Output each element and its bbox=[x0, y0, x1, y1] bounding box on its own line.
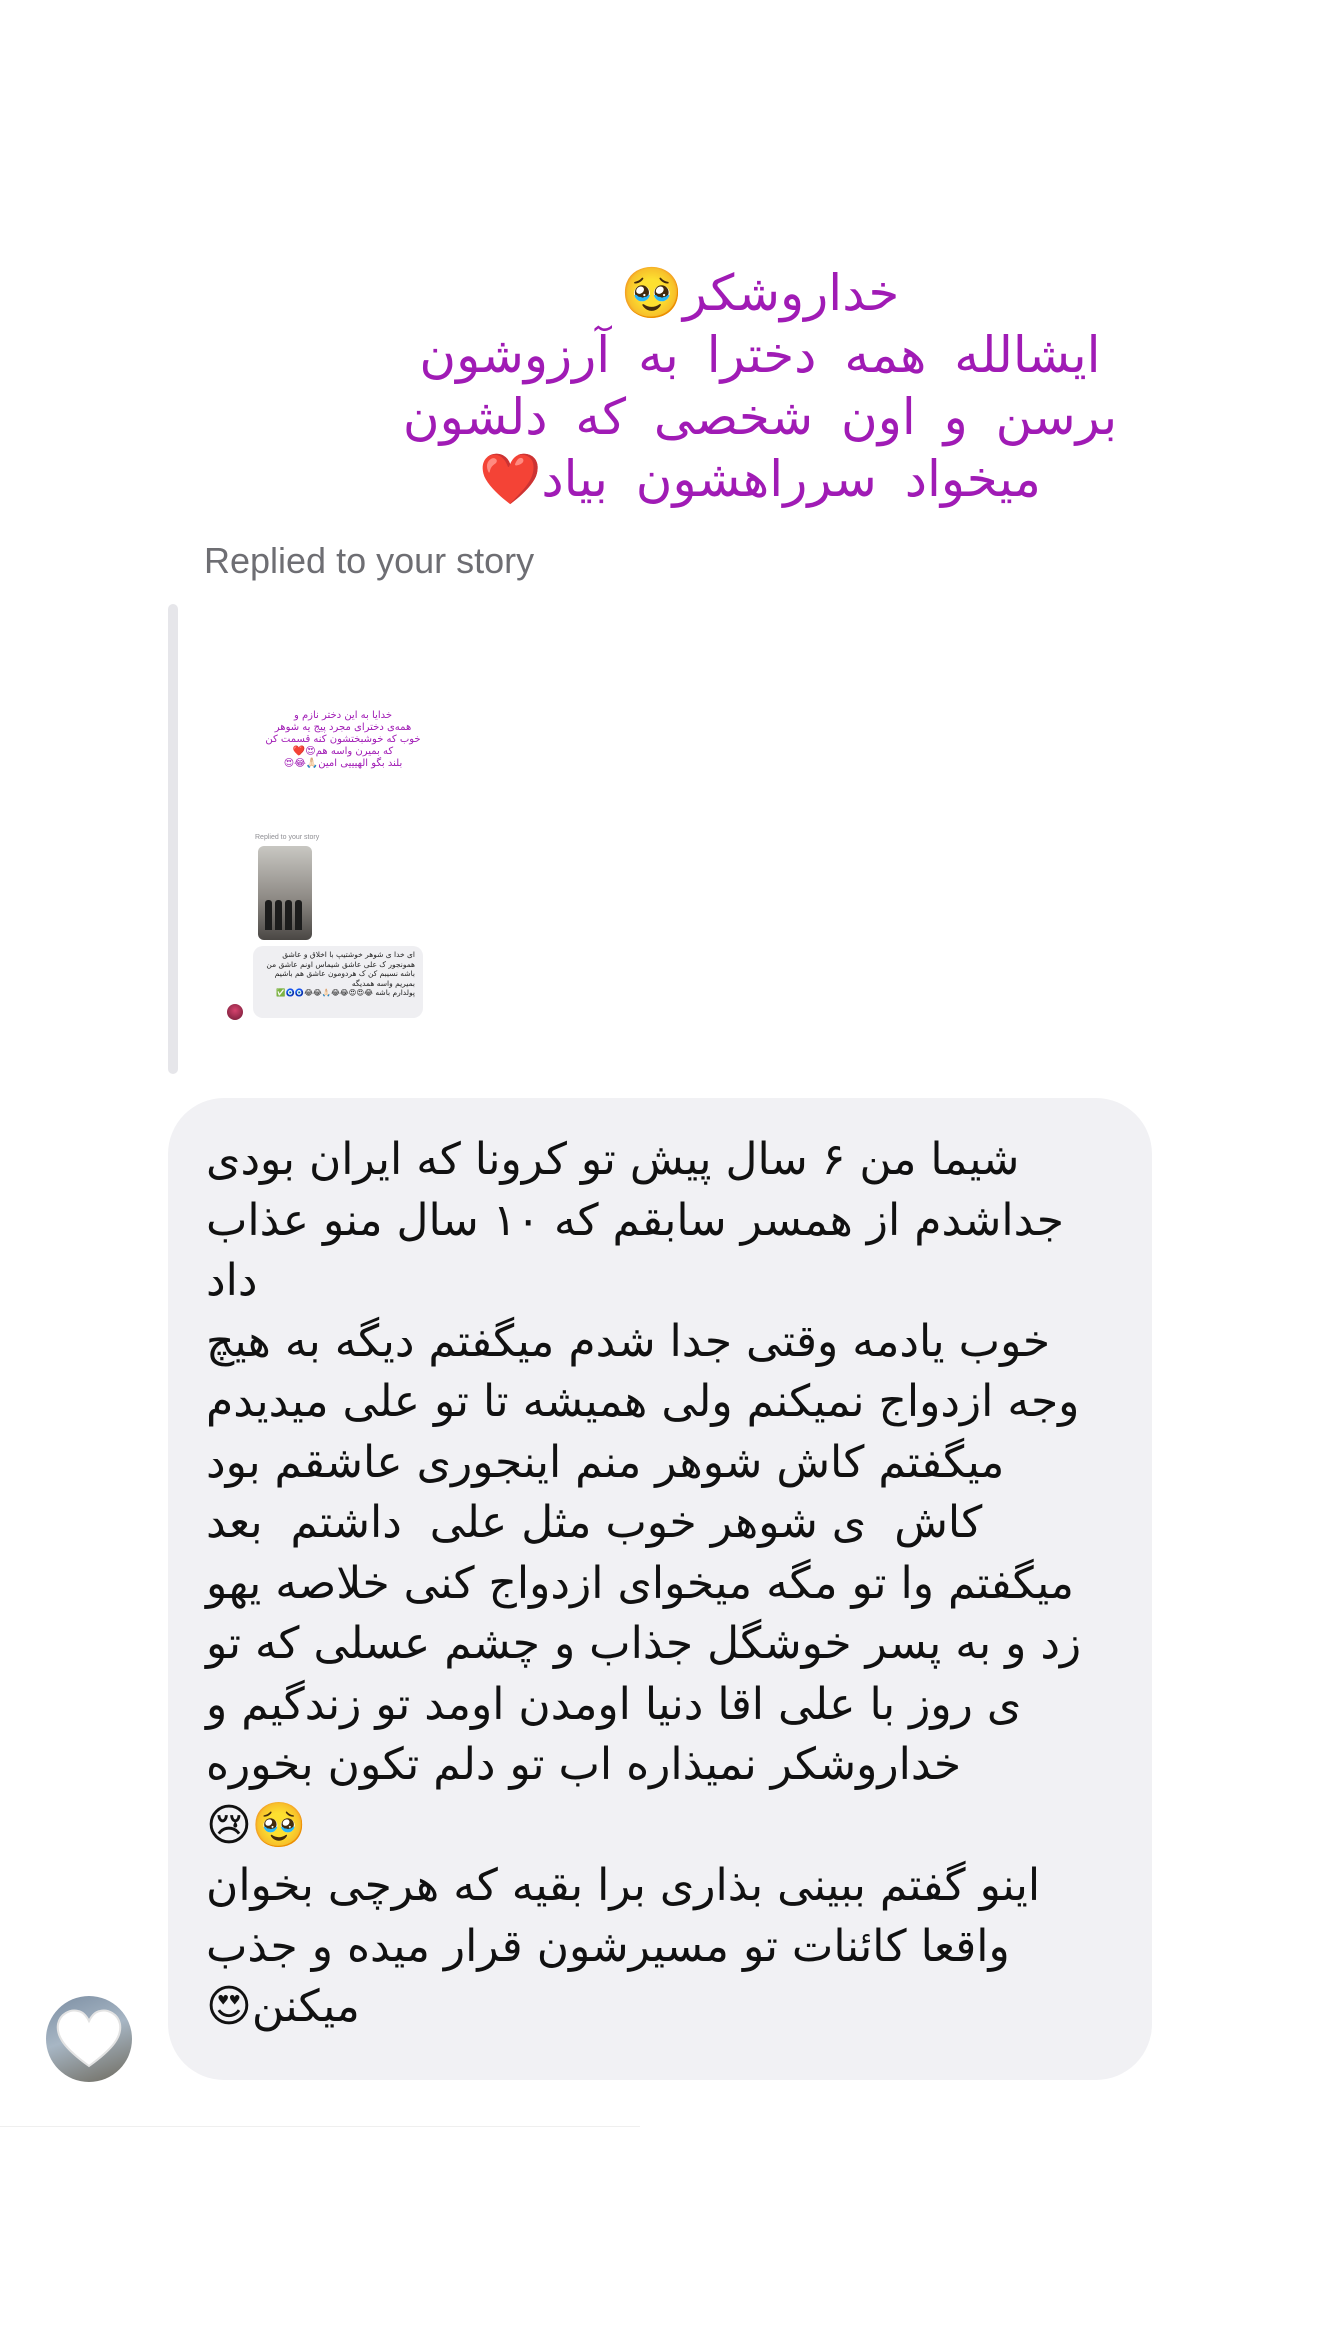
story-preview-bubble-line: همونجور ک علی عاشق شیماس اونم عاشق من bbox=[266, 959, 415, 969]
message-line: زد و به پسر خوشگل جذاب و چشم عسلی که تو bbox=[206, 1618, 1082, 1669]
message-line: داد bbox=[206, 1255, 258, 1306]
story-preview-bubble-line: بمیریم واسه همدیگه bbox=[351, 978, 415, 988]
story-caption: خداروشکر🥹 ایشالله همه دخترا به آرزوشون ب… bbox=[330, 262, 1190, 510]
story-thumbnail[interactable]: خدایا به این دختر نازم و همه‌ی دخترای مج… bbox=[213, 618, 465, 1024]
replied-to-story-label: Replied to your story bbox=[204, 540, 535, 581]
reply-indicator-bar bbox=[168, 604, 178, 1074]
message-line: خوب یادمه وقتی جدا شدم میگفتم دیگه به هی… bbox=[206, 1315, 1051, 1367]
message-emoji-line: 🥹😢 bbox=[206, 1799, 307, 1851]
story-preview-bubble: ای خدا ی شوهر خوشتیپ با اخلاق و عاشق همو… bbox=[253, 946, 423, 1018]
story-caption-line: برسن و اون شخصی که دلشون bbox=[402, 388, 1118, 446]
story-preview-avatar bbox=[227, 1004, 243, 1020]
message-line: کاش ی شوهر خوب مثل علی داشتم بعد bbox=[206, 1497, 983, 1548]
sender-avatar[interactable] bbox=[46, 1996, 132, 2082]
message-line: اینو گفتم ببینی بذاری برا بقیه که هرچی ب… bbox=[206, 1860, 1041, 1911]
message-line: ی روز با علی اقا دنیا اومدن اومد تو زندگ… bbox=[206, 1678, 1022, 1730]
story-caption-line: ایشالله همه دخترا به آرزوشون bbox=[419, 326, 1101, 384]
story-preview-caption-line: خدایا به این دختر نازم و bbox=[293, 710, 393, 721]
message-line: میگفتم وا تو مگه میخوای ازدواج کنی خلاصه… bbox=[206, 1557, 1074, 1609]
story-caption-line: خداروشکر🥹 bbox=[620, 264, 900, 322]
story-preview-bubble-line: ای خدا ی شوهر خوشتیپ با اخلاق و عاشق bbox=[282, 950, 415, 959]
white-heart-icon bbox=[56, 2009, 122, 2068]
story-preview-caption-line: بلند بگو الهیییی امین🙏🏻😂😍 bbox=[283, 758, 403, 769]
story-preview-caption-line: خوب که خوشبختشون کنه قسمت کن bbox=[265, 734, 421, 745]
story-preview-photo bbox=[258, 846, 312, 940]
message-line: جداشدم از همسر سابقم که ۱۰ سال منو عذاب bbox=[206, 1194, 1064, 1246]
message-line: خداروشکر نمیذاره اب تو دلم تکون بخوره bbox=[206, 1739, 962, 1790]
story-preview-caption-line: که بمیرن واسه هم😍❤️ bbox=[292, 746, 394, 757]
story-preview-bubble-line: باشه نسیبم کن ک هردومون عاشق هم باشیم bbox=[274, 969, 415, 978]
message-line: شیما من ۶ سال پیش تو کرونا که ایران بودی bbox=[206, 1134, 1020, 1185]
story-preview-caption: خدایا به این دختر نازم و همه‌ی دخترای مج… bbox=[253, 710, 433, 770]
story-preview-bubble-line: پولدارم باشه 😂😍😍😂😂🙏🏻😂😂🧿🧿✅ bbox=[276, 988, 415, 997]
story-caption-line: میخواد سرراهشون بیاد❤️ bbox=[479, 450, 1041, 508]
message-text: شیما من ۶ سال پیش تو کرونا که ایران بودی… bbox=[206, 1130, 1111, 2038]
message-line: واقعا کائنات تو مسیرشون قرار میده و جذب bbox=[206, 1920, 1010, 1972]
story-preview-caption-line: همه‌ی دخترای مجرد پیج یه شوهر bbox=[274, 722, 412, 733]
story-preview-replied-label: Replied to your story bbox=[255, 834, 320, 841]
message-line: میکنن😍 bbox=[206, 1981, 360, 2032]
message-line: وجه ازدواج نمیکنم ولی همیشه تا تو علی می… bbox=[206, 1376, 1080, 1427]
chat-divider bbox=[0, 2126, 640, 2127]
message-line: میگفتم کاش شوهر منم اینجوری عاشقم بود bbox=[206, 1436, 1005, 1488]
